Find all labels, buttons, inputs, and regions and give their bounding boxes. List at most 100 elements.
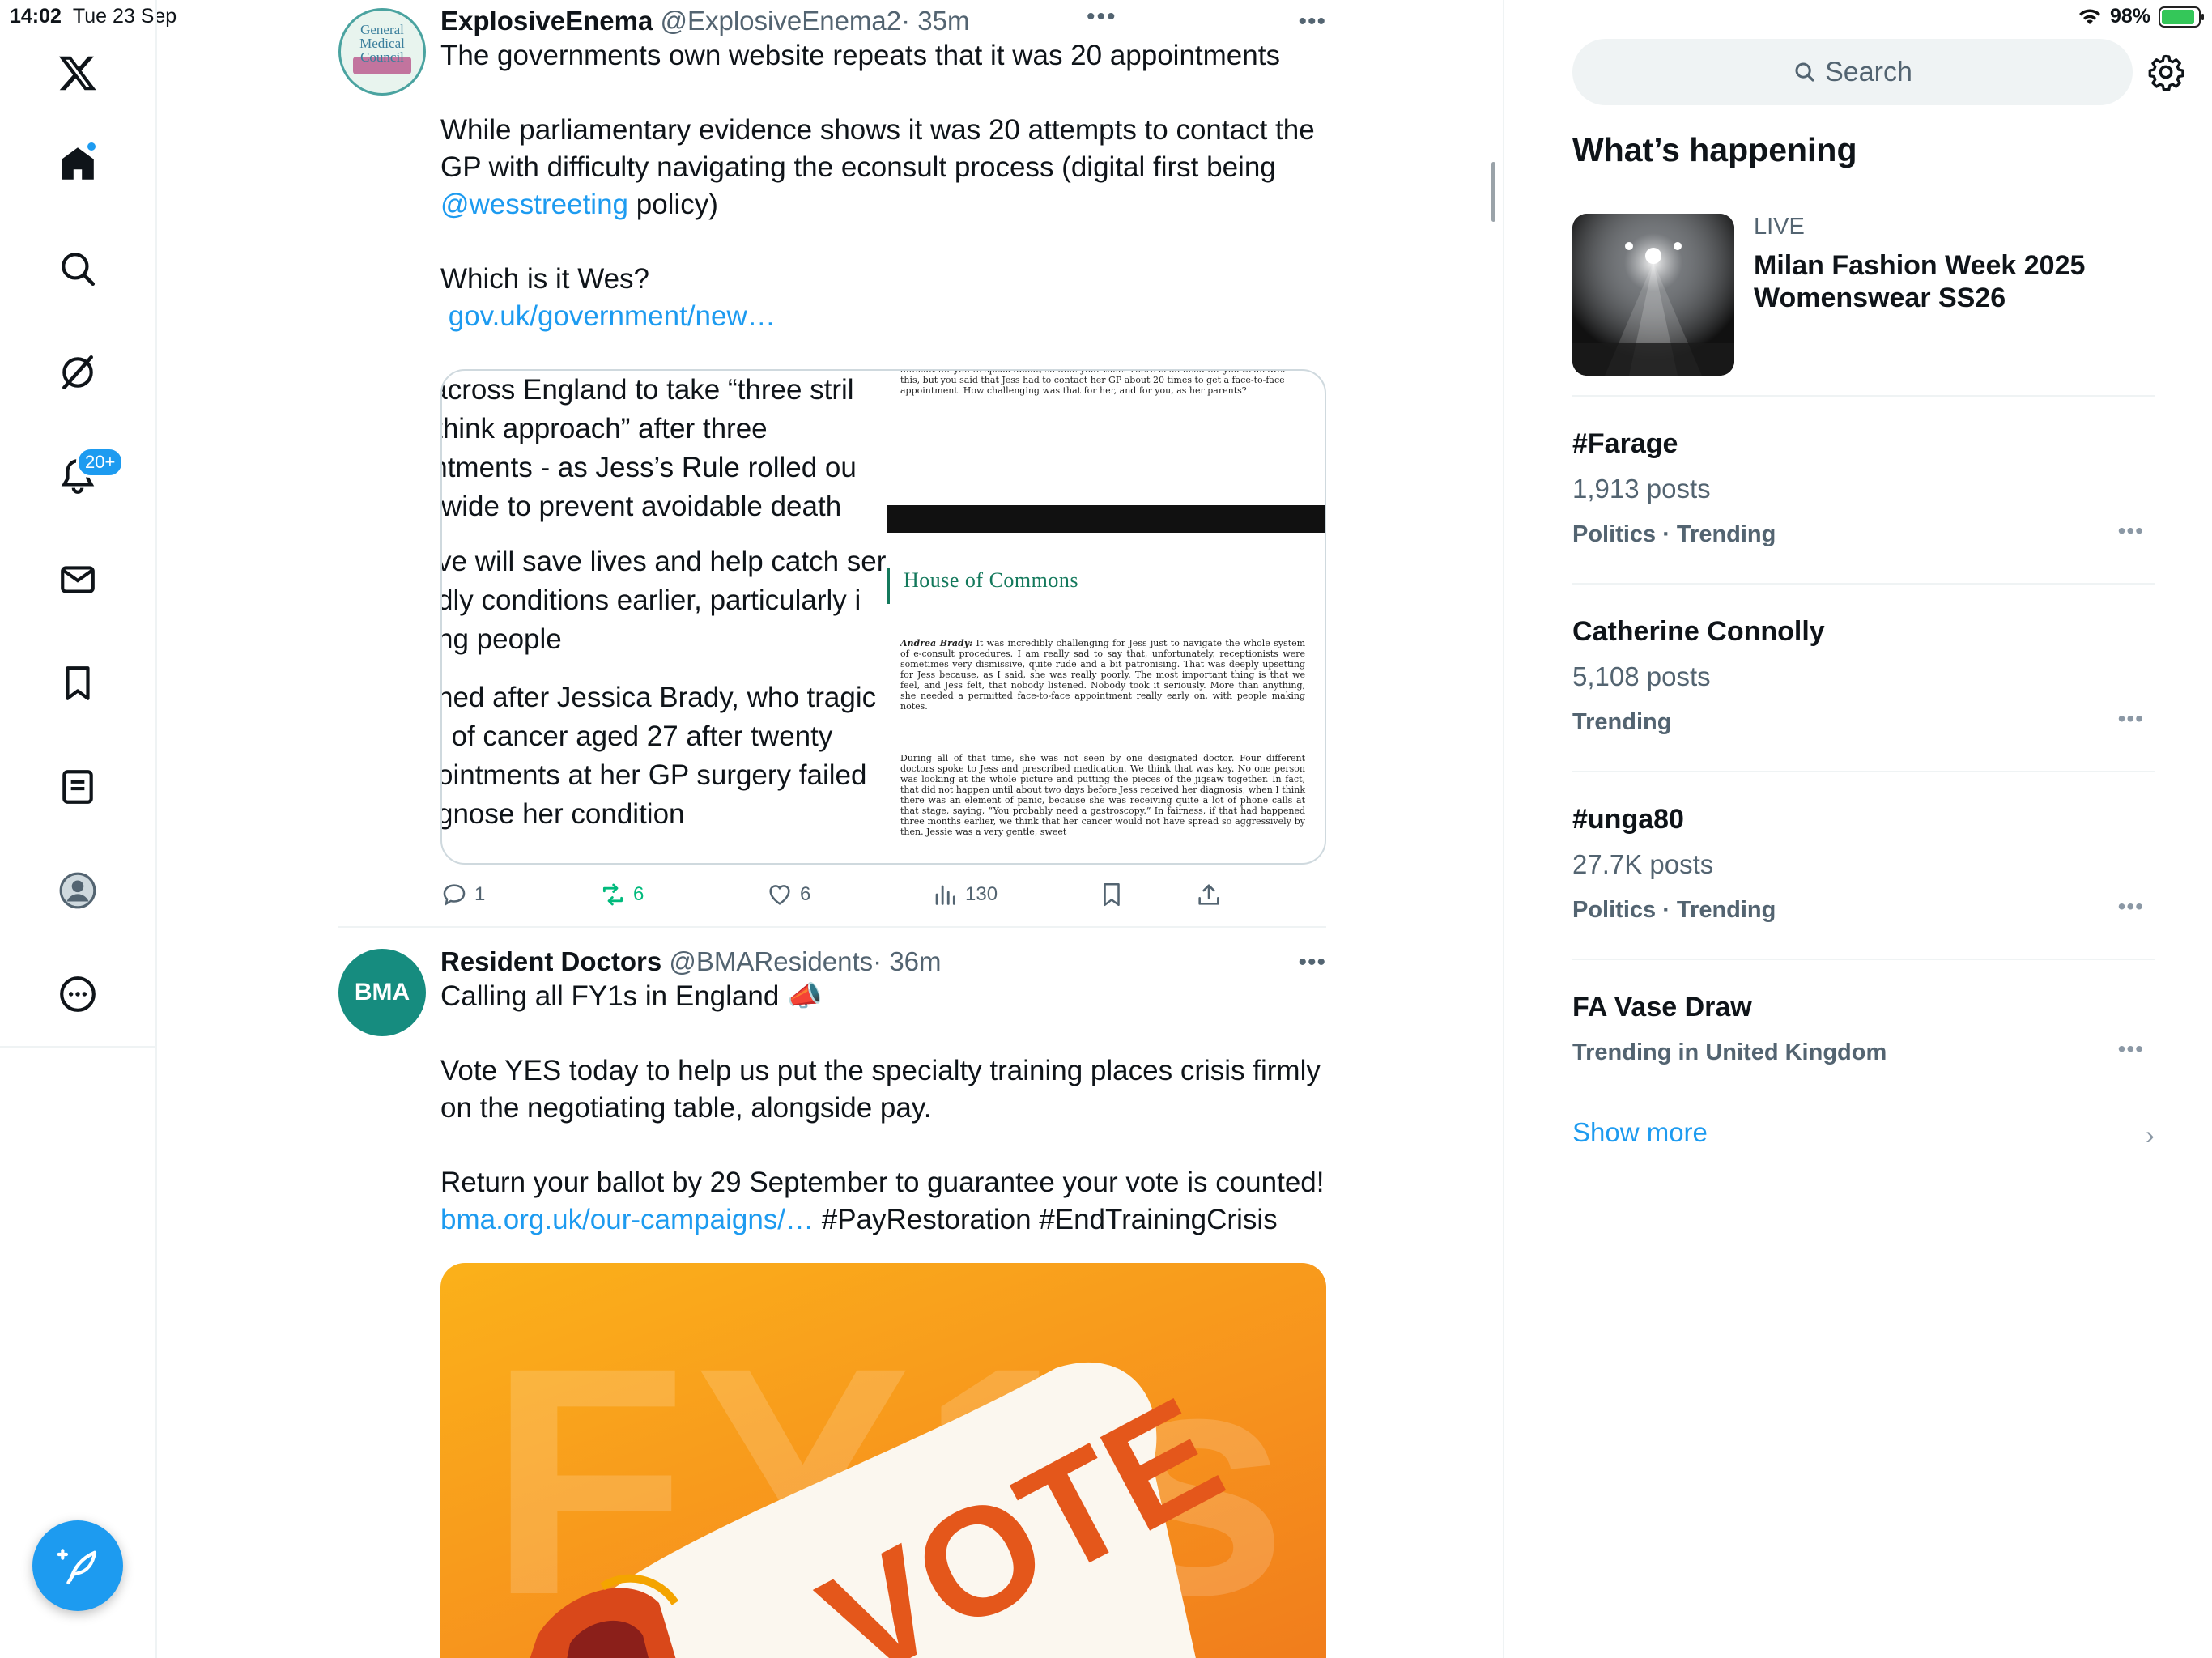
repost-count: 6 [633,883,644,905]
post-more-button[interactable]: ••• [1298,949,1326,976]
views-count: 130 [965,883,998,905]
document-text-top: difficult for you to speak about, so tak… [900,371,1287,396]
media-line: ve will save lives and help catch ser [442,546,887,577]
media-line: ointments - as Jess’s Rule rolled ou [442,452,857,483]
right-sidebar: Search What’s happening LIVE Milan Fashi… [1506,0,2212,1658]
trend-count: 1,913 posts [1572,474,1711,504]
like-button[interactable]: 6 [766,881,810,908]
live-event-card[interactable]: LIVE Milan Fashion Week 2025 Womenswear … [1572,214,2139,376]
media-line: ng people [442,623,562,655]
trend-more-button[interactable]: ••• [2118,706,2144,732]
more-icon[interactable] [53,970,102,1018]
left-nav-rail: 20+ [0,0,157,1658]
document-paragraph: Andrea Brady: It was incredibly challeng… [900,638,1305,712]
post-text: Calling all FY1s in England 📣 Vote YES t… [440,978,1326,1239]
search-icon[interactable] [53,244,102,293]
media-image-right[interactable]: difficult for you to speak about, so tak… [887,371,1325,863]
bell-icon[interactable]: 20+ [53,447,125,500]
settings-icon[interactable] [2147,53,2184,91]
home-icon[interactable] [53,139,102,188]
post-line: on the negotiating table, alongside pay. [440,1092,932,1124]
media-line: ned after Jessica Brady, who tragic [442,682,877,713]
megaphone-illustration: VOTE [530,1362,1247,1658]
repost-icon [602,883,623,906]
x-logo-icon[interactable] [53,49,102,97]
home-unread-dot [86,141,97,152]
reply-count: 1 [474,883,486,905]
list-icon[interactable] [53,763,102,811]
compose-icon [57,1549,97,1585]
analytics-icon [935,885,955,905]
trend-count: 27.7K posts [1572,849,1714,879]
url-link[interactable]: bma.org.uk/our-campaigns/… [440,1204,814,1235]
trend-count: 5,108 posts [1572,661,1711,691]
show-more-link[interactable]: Show more [1572,1117,1708,1148]
document-paragraph: During all of that time, she was not see… [900,753,1305,837]
media-text-block: ned after Jessica Brady, who tragic l of… [442,678,887,834]
compose-button[interactable] [32,1520,123,1611]
post-time[interactable]: · 36m [873,946,941,976]
media-line: l of cancer aged 27 after twenty [442,721,833,752]
avatar[interactable]: BMA [338,949,426,1036]
like-count: 6 [800,883,811,905]
media-line: dly conditions earlier, particularly i [442,585,861,616]
reply-button[interactable]: 1 [440,881,485,908]
post-line: Return your ballot by 29 September to gu… [440,1167,1325,1198]
trend-item[interactable]: #Farage 1,913 posts Politics · Trending … [1572,427,2155,551]
avatar-text: BMA [354,979,410,1005]
bookmark-post-button[interactable] [1098,881,1125,908]
trend-name[interactable]: Catherine Connolly [1572,615,2155,648]
grok-icon[interactable] [53,348,102,397]
hashtags[interactable]: #PayRestoration #EndTrainingCrisis [814,1204,1278,1235]
trend-more-button[interactable]: ••• [2118,518,2144,544]
views-button[interactable]: 130 [931,881,998,908]
trend-meta: Politics · Trending [1572,897,1776,923]
trend-meta: Trending in United Kingdom [1572,1039,1887,1065]
post-line: policy) [628,189,718,220]
post-more-button[interactable]: ••• [1298,8,1326,36]
trend-name[interactable]: FA Vase Draw [1572,991,2155,1023]
document-text: It was incredibly challenging for Jess j… [900,638,1306,712]
live-event-thumbnail [1572,214,1734,376]
scrollbar-thumb[interactable] [1491,162,1495,222]
trend-more-button[interactable]: ••• [2118,894,2144,920]
house-of-commons-label: House of Commons [904,568,1078,592]
post-line: While parliamentary evidence shows it wa… [440,114,1315,146]
display-name[interactable]: Resident Doctors [440,946,661,976]
media-line: s across England to take “three stril [442,374,854,406]
trend-divider [1572,583,2155,585]
trend-item[interactable]: Catherine Connolly 5,108 posts Trending … [1572,615,2155,738]
trend-more-button[interactable]: ••• [2118,1036,2144,1062]
trend-divider [1572,771,2155,772]
post-media-collage[interactable]: s across England to take “three stril re… [440,369,1326,865]
post-line: Calling all FY1s in England 📣 [440,980,823,1012]
live-event-title[interactable]: Milan Fashion Week 2025 Womenswear SS26 [1754,249,2134,314]
post-image-vote[interactable]: FY1s VOTE [440,1263,1326,1658]
trend-name[interactable]: #Farage [1572,427,2155,460]
mail-icon[interactable] [53,555,102,604]
trend-item[interactable]: FA Vase Draw Trending in United Kingdom … [1572,991,2155,1069]
trend-name[interactable]: #unga80 [1572,803,2155,835]
trend-item[interactable]: #unga80 27.7K posts Politics · Trending … [1572,803,2155,926]
mention-link[interactable]: @wesstreeting [440,189,628,220]
trend-divider [1572,395,2155,397]
bookmark-icon[interactable] [53,659,102,708]
media-text-block: s across England to take “three stril re… [442,371,887,526]
media-image-left[interactable]: s across England to take “three stril re… [442,371,887,863]
redaction-bar [887,505,1325,533]
profile-icon[interactable] [53,866,102,915]
post-body: Resident Doctors @BMAResidents· 36m ••• … [440,946,1326,1239]
avatar[interactable]: General Medical Council [338,8,426,96]
rail-divider [0,1046,155,1048]
search-input[interactable]: Search [1572,39,2133,105]
repost-button[interactable]: 6 [599,881,644,908]
media-text-block: ve will save lives and help catch ser dl… [442,542,887,659]
post-time[interactable]: · 35m [901,6,969,36]
handle[interactable]: @ExplosiveEnema2 [660,6,901,36]
media-line: onwide to prevent avoidable death [442,491,842,522]
display-name[interactable]: ExplosiveEnema [440,6,653,36]
url-link[interactable]: gov.uk/government/new… [449,300,776,332]
live-label: LIVE [1754,214,1805,240]
share-button[interactable] [1195,881,1223,908]
handle[interactable]: @BMAResidents [669,946,873,976]
